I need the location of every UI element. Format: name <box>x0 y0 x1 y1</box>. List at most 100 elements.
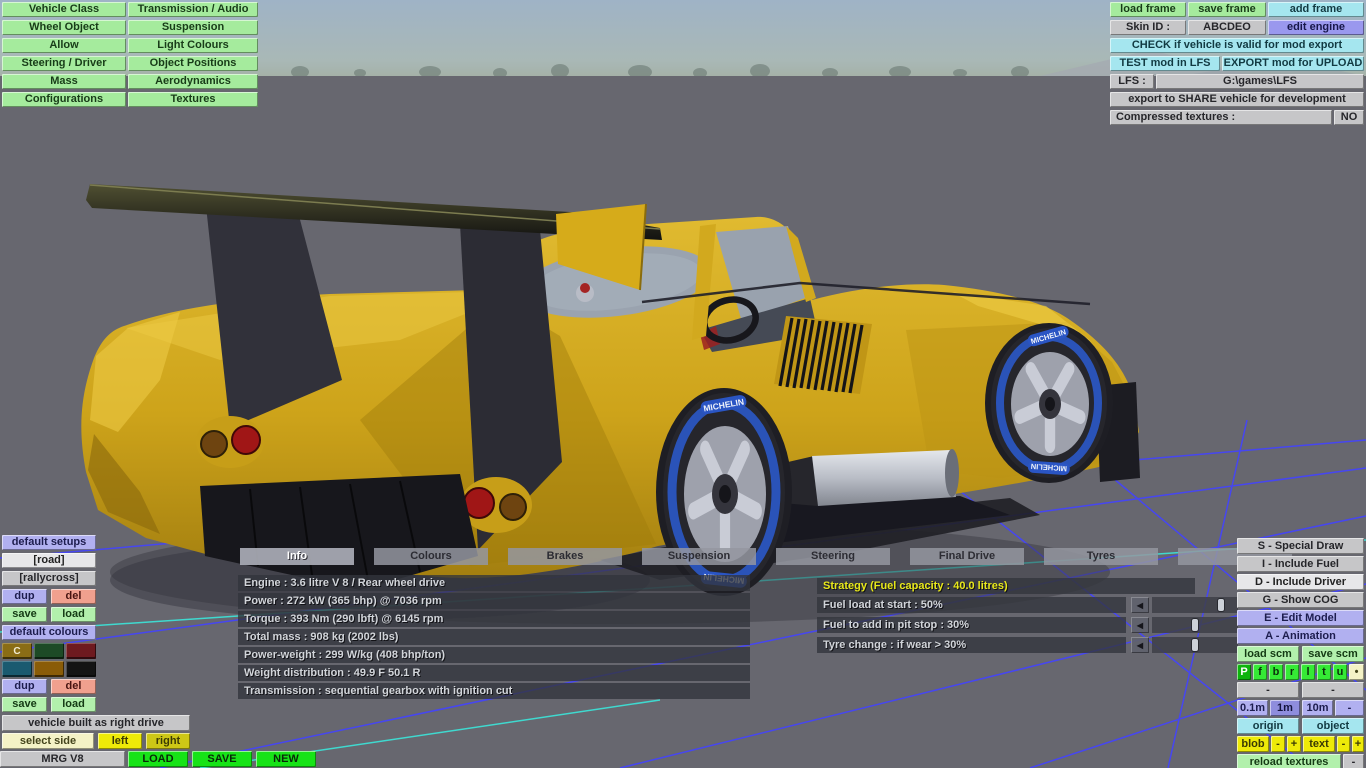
animation-button[interactable]: A - Animation <box>1237 628 1364 644</box>
menu-configurations[interactable]: Configurations <box>2 92 126 107</box>
save-scm-button[interactable]: save scm <box>1302 646 1364 662</box>
select-side-label: select side <box>2 733 94 749</box>
menu-steering-driver[interactable]: Steering / Driver <box>2 56 126 71</box>
skin-id-label: Skin ID : <box>1110 20 1186 35</box>
text-plus-button[interactable]: + <box>1352 736 1364 752</box>
menu-transmission-audio[interactable]: Transmission / Audio <box>128 2 258 17</box>
default-setups-button[interactable]: default setups <box>2 535 96 550</box>
menu-mass[interactable]: Mass <box>2 74 126 89</box>
check-valid-button[interactable]: CHECK if vehicle is valid for mod export <box>1110 38 1364 53</box>
setup-road-button[interactable]: [road] <box>2 553 96 568</box>
setup-dup-button[interactable]: dup <box>2 589 47 604</box>
menu-object-positions[interactable]: Object Positions <box>128 56 258 71</box>
toggle-l-button[interactable]: l <box>1301 664 1315 680</box>
fuel-pit-slider-thumb[interactable] <box>1192 619 1198 631</box>
setup-rallycross-button[interactable]: [rallycross] <box>2 571 96 586</box>
tilde-right-button[interactable]: - <box>1302 682 1364 698</box>
tyre-change-slider-thumb[interactable] <box>1192 639 1198 651</box>
origin-button[interactable]: origin <box>1237 718 1299 734</box>
vehicle-name-button[interactable]: MRG V8 <box>0 751 125 767</box>
compressed-textures-label: Compressed textures : <box>1110 110 1332 125</box>
dot-button[interactable]: • <box>1349 664 1364 680</box>
save-vehicle-button[interactable]: SAVE <box>192 751 252 767</box>
tyre-change-decrease-button[interactable]: ◀ <box>1131 637 1149 653</box>
setup-load-button[interactable]: load <box>51 607 96 622</box>
setup-del-button[interactable]: del <box>51 589 96 604</box>
reload-textures-button[interactable]: reload textures <box>1237 754 1341 768</box>
toggle-b-button[interactable]: b <box>1269 664 1283 680</box>
menu-suspension[interactable]: Suspension <box>128 20 258 35</box>
fuel-pit-slider[interactable] <box>1152 617 1238 633</box>
edit-engine-button[interactable]: edit engine <box>1268 20 1364 35</box>
scale-01m-button[interactable]: 0.1m <box>1237 700 1268 716</box>
fuel-load-decrease-button[interactable]: ◀ <box>1131 597 1149 613</box>
tab-suspension[interactable]: Suspension <box>642 548 756 565</box>
fuel-load-slider[interactable] <box>1152 597 1238 613</box>
scale-minus-button[interactable]: - <box>1335 700 1364 716</box>
add-frame-button[interactable]: add frame <box>1268 2 1364 17</box>
include-fuel-button[interactable]: I - Include Fuel <box>1237 556 1364 572</box>
info-engine: Engine : 3.6 litre V 8 / Rear wheel driv… <box>238 575 750 591</box>
tab-final-drive[interactable]: Final Drive <box>910 548 1024 565</box>
menu-vehicle-class[interactable]: Vehicle Class <box>2 2 126 17</box>
toggle-f-button[interactable]: f <box>1253 664 1267 680</box>
scale-10m-button[interactable]: 10m <box>1302 700 1333 716</box>
save-frame-button[interactable]: save frame <box>1188 2 1266 17</box>
colour-swatch-1[interactable]: C <box>2 643 32 659</box>
blob-plus-button[interactable]: + <box>1287 736 1301 752</box>
special-draw-button[interactable]: S - Special Draw <box>1237 538 1364 554</box>
colour-swatch-4[interactable] <box>2 661 32 677</box>
side-left-button[interactable]: left <box>98 733 142 749</box>
edit-model-button[interactable]: E - Edit Model <box>1237 610 1364 626</box>
compressed-textures-toggle[interactable]: NO <box>1334 110 1364 125</box>
tyre-change-slider[interactable] <box>1152 637 1238 653</box>
blob-minus-button[interactable]: - <box>1271 736 1285 752</box>
fuel-pit-label: Fuel to add in pit stop : 30% <box>817 617 1126 633</box>
setup-save-button[interactable]: save <box>2 607 47 622</box>
share-vehicle-button[interactable]: export to SHARE vehicle for development <box>1110 92 1364 107</box>
export-mod-button[interactable]: EXPORT mod for UPLOAD <box>1222 56 1364 71</box>
colour-load-button[interactable]: load <box>51 697 96 712</box>
colour-save-button[interactable]: save <box>2 697 47 712</box>
text-button[interactable]: text <box>1303 736 1335 752</box>
tab-steering[interactable]: Steering <box>776 548 890 565</box>
default-colours-button[interactable]: default colours <box>2 625 96 640</box>
load-vehicle-button[interactable]: LOAD <box>128 751 188 767</box>
menu-wheel-object[interactable]: Wheel Object <box>2 20 126 35</box>
colour-swatch-2[interactable] <box>34 643 64 659</box>
tab-tyres[interactable]: Tyres <box>1044 548 1158 565</box>
colour-dup-button[interactable]: dup <box>2 679 47 694</box>
colour-swatch-5[interactable] <box>34 661 64 677</box>
menu-textures[interactable]: Textures <box>128 92 258 107</box>
text-minus-button[interactable]: - <box>1337 736 1350 752</box>
menu-light-colours[interactable]: Light Colours <box>128 38 258 53</box>
fuel-pit-decrease-button[interactable]: ◀ <box>1131 617 1149 633</box>
side-right-button[interactable]: right <box>146 733 190 749</box>
colour-del-button[interactable]: del <box>51 679 96 694</box>
lfs-path[interactable]: G:\games\LFS <box>1156 74 1364 89</box>
tab-colours[interactable]: Colours <box>374 548 488 565</box>
tilde-left-button[interactable]: - <box>1237 682 1299 698</box>
reload-minus-button[interactable]: - <box>1343 754 1364 768</box>
toggle-p-button[interactable]: P <box>1237 664 1251 680</box>
toggle-t-button[interactable]: t <box>1317 664 1331 680</box>
show-cog-button[interactable]: G - Show COG <box>1237 592 1364 608</box>
colour-swatch-6[interactable] <box>66 661 96 677</box>
test-mod-button[interactable]: TEST mod in LFS <box>1110 56 1220 71</box>
colour-swatch-3[interactable] <box>66 643 96 659</box>
include-driver-button[interactable]: D - Include Driver <box>1237 574 1364 590</box>
object-button[interactable]: object <box>1302 718 1364 734</box>
load-frame-button[interactable]: load frame <box>1110 2 1186 17</box>
toggle-r-button[interactable]: r <box>1285 664 1299 680</box>
menu-aerodynamics[interactable]: Aerodynamics <box>128 74 258 89</box>
load-scm-button[interactable]: load scm <box>1237 646 1299 662</box>
tab-info[interactable]: Info <box>240 548 354 565</box>
fuel-load-slider-thumb[interactable] <box>1218 599 1224 611</box>
blob-button[interactable]: blob <box>1237 736 1269 752</box>
skin-id-value[interactable]: ABCDEO <box>1188 20 1266 35</box>
toggle-u-button[interactable]: u <box>1333 664 1347 680</box>
new-vehicle-button[interactable]: NEW <box>256 751 316 767</box>
tab-brakes[interactable]: Brakes <box>508 548 622 565</box>
scale-1m-button[interactable]: 1m <box>1270 700 1300 716</box>
menu-allow[interactable]: Allow <box>2 38 126 53</box>
